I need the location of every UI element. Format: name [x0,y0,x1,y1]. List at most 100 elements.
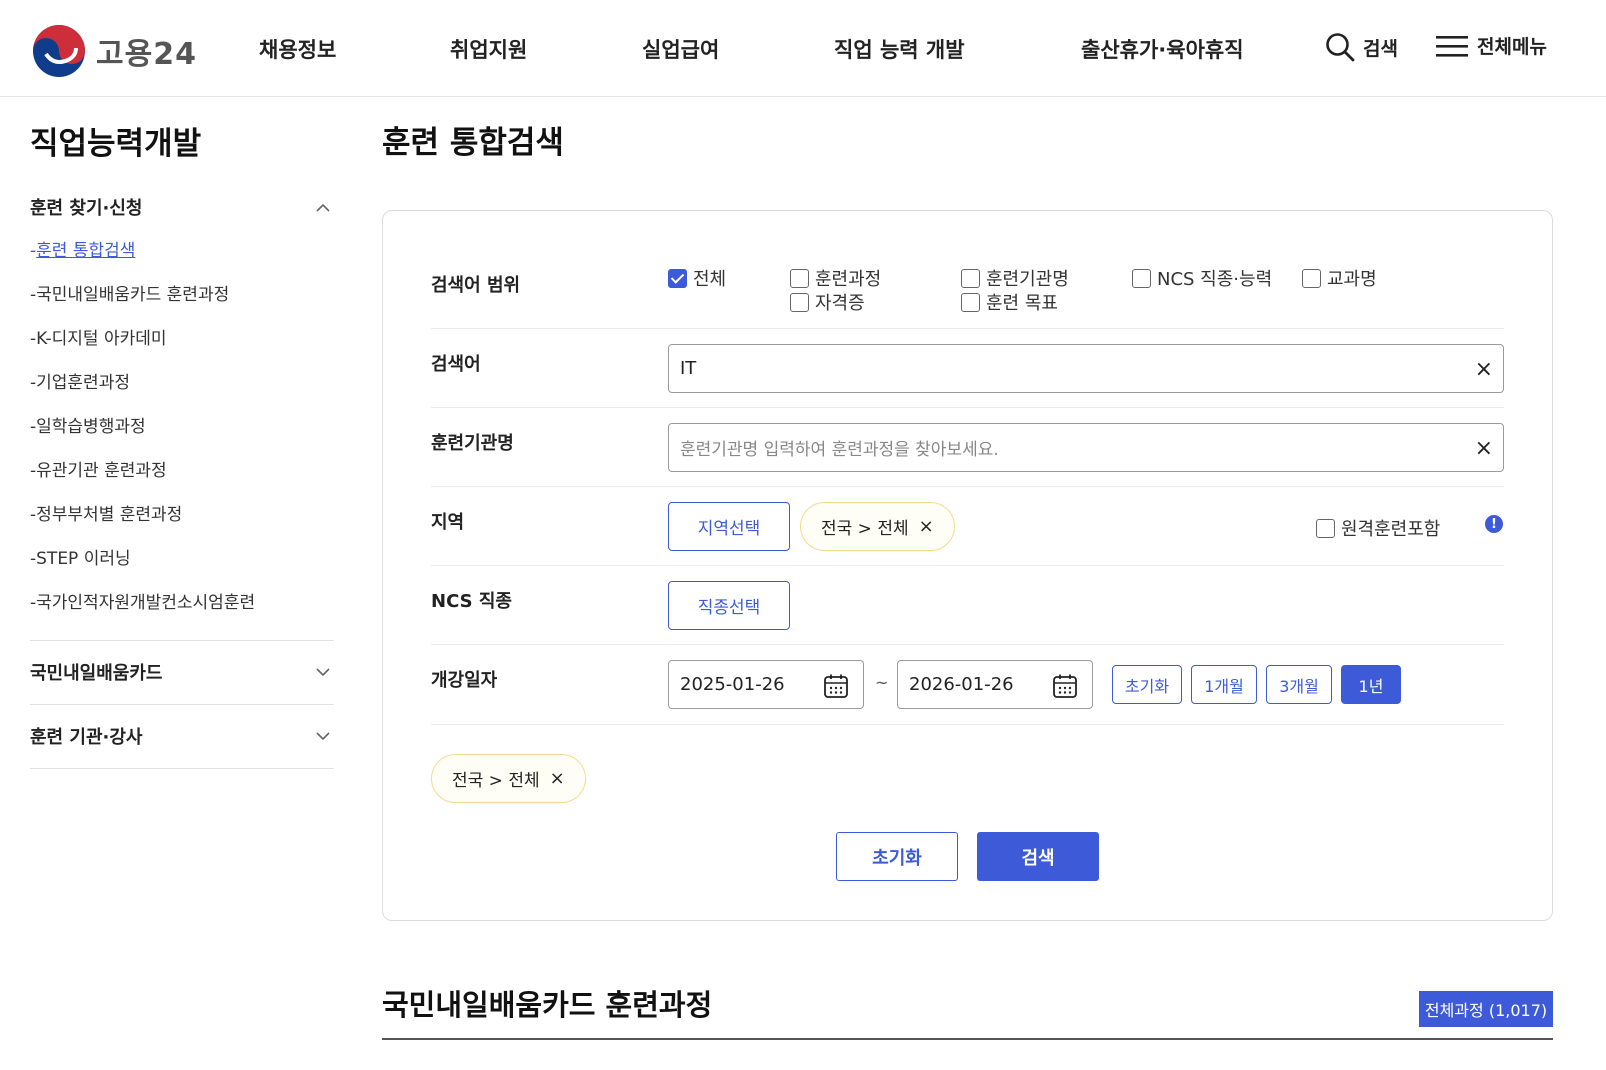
hamburger-menu-icon [1436,35,1468,57]
scope-checkbox-institution[interactable]: 훈련기관명 [961,265,1069,291]
chevron-up-icon [316,203,330,212]
sidebar-item-step-elearning[interactable]: -STEP 이러닝 [30,547,334,591]
ncs-label: NCS 직종 [431,591,512,612]
region-label: 지역 [431,512,465,533]
all-menu-label: 전체메뉴 [1477,36,1547,58]
selected-region-chip: 전국 > 전체 × [431,754,586,803]
region-row: 지역 지역선택 전국 > 전체 × 원격훈련포함 ! [431,487,1504,566]
sidebar-group-naeil-card: 국민내일배움카드 [30,660,334,684]
chevron-down-icon [316,731,330,740]
selected-region-chip-label: 전국 > 전체 [452,771,540,791]
institution-label: 훈련기관명 [431,433,514,454]
clear-icon[interactable]: × [1475,436,1493,461]
scope-checkbox-subject[interactable]: 교과명 [1302,265,1377,291]
clear-icon[interactable]: × [1475,357,1493,382]
sidebar-item-work-study[interactable]: -일학습병행과정 [30,415,334,459]
date-separator: ~ [875,673,889,692]
keyword-label: 검색어 [431,354,481,375]
sidebar-divider [30,704,334,705]
nav-recruit-info[interactable]: 채용정보 [259,34,336,64]
taegeuk-logo-icon [33,25,85,77]
sidebar-group-training-search: 훈련 찾기·신청 -훈련 통합검색 -국민내일배움카드 훈련과정 -K-디지털 … [30,195,334,635]
nav-employment-support[interactable]: 취업지원 [450,34,527,64]
checkbox-icon [1302,268,1321,288]
start-date-input[interactable]: 2025-01-26 [668,660,864,709]
nav-maternity-parental-leave[interactable]: 출산휴가·육아휴직 [1081,34,1244,64]
sidebar-item-integrated-search[interactable]: -훈련 통합검색 [30,239,334,283]
start-date-value: 2025-01-26 [680,674,785,695]
end-date-input[interactable]: 2026-01-26 [897,660,1093,709]
nav-job-skill-development[interactable]: 직업 능력 개발 [834,34,965,64]
region-chip-label: 전국 > 전체 [821,519,909,539]
institution-row: 훈련기관명 훈련기관명 입력하여 훈련과정을 찾아보세요. × [431,408,1504,487]
keyword-input[interactable]: IT × [668,344,1504,393]
scope-checkbox-ncs[interactable]: NCS 직종·능력 [1132,265,1272,291]
region-select-button[interactable]: 지역선택 [668,502,790,551]
period-reset-button[interactable]: 초기화 [1112,665,1182,704]
search-form: 검색어 범위 전체 훈련과정 자격증 훈련기관명 훈련 목표 NCS 직종·능력… [382,210,1553,921]
checkbox-icon [790,292,809,312]
sidebar-item-related-agency[interactable]: -유관기관 훈련과정 [30,459,334,503]
search-button[interactable]: 검색 [977,832,1099,881]
remote-training-checkbox[interactable]: 원격훈련포함 [1316,515,1440,541]
period-1year-button[interactable]: 1년 [1341,665,1401,704]
sidebar-divider [30,768,334,769]
keyword-row: 검색어 IT × [431,329,1504,408]
all-menu-button[interactable]: 전체메뉴 [1435,32,1547,59]
sidebar-group-label: 국민내일배움카드 [30,663,163,684]
sidebar-title: 직업능력개발 [30,126,202,162]
sidebar-divider [30,640,334,641]
sidebar-group-institution-instructor: 훈련 기관·강사 [30,724,334,748]
scope-checkbox-certificate[interactable]: 자격증 [790,289,865,315]
period-3month-button[interactable]: 3개월 [1266,665,1332,704]
checkbox-icon [1316,518,1335,538]
info-icon[interactable]: ! [1485,515,1503,533]
nav-unemployment-benefit[interactable]: 실업급여 [642,34,719,64]
page-title: 훈련 통합검색 [382,125,564,161]
period-label: 개강일자 [431,670,498,691]
checkbox-checked-icon [668,268,687,288]
checkbox-icon [1132,268,1151,288]
scope-row: 검색어 범위 전체 훈련과정 자격증 훈련기관명 훈련 목표 NCS 직종·능력… [431,259,1504,329]
section-divider [382,1038,1553,1040]
sidebar-item-naeil-card-course[interactable]: -국민내일배움카드 훈련과정 [30,283,334,327]
sidebar-item-government-ministry[interactable]: -정부부처별 훈련과정 [30,503,334,547]
header: 고용24 채용정보 취업지원 실업급여 직업 능력 개발 출산휴가·육아휴직 검… [0,0,1606,97]
section-title-naeil-card-courses: 국민내일배움카드 훈련과정 [382,988,713,1022]
search-icon [1326,33,1355,62]
institution-input[interactable]: 훈련기관명 입력하여 훈련과정을 찾아보세요. × [668,423,1504,472]
calendar-icon [824,674,848,698]
sidebar-group-label: 훈련 찾기·신청 [30,198,143,219]
end-date-value: 2026-01-26 [909,674,1014,695]
sidebar-item-corporate-training[interactable]: -기업훈련과정 [30,371,334,415]
sidebar-group-label: 훈련 기관·강사 [30,727,143,748]
scope-checkbox-goal[interactable]: 훈련 목표 [961,289,1058,315]
sidebar-item-k-digital-academy[interactable]: -K-디지털 아카데미 [30,327,334,371]
period-row: 개강일자 2025-01-26 ~ 2026-01-26 초기화 1개월 3개월… [431,645,1504,725]
remove-chip-icon[interactable]: × [550,768,565,789]
sidebar-item-national-consortium[interactable]: -국가인적자원개발컨소시엄훈련 [30,591,334,635]
logo[interactable]: 고용24 [32,24,197,78]
logo-text: 고용24 [96,37,197,72]
calendar-icon [1053,674,1077,698]
total-courses-badge[interactable]: 전체과정 (1,017) [1419,991,1553,1027]
header-search-button[interactable]: 검색 [1325,32,1398,62]
checkbox-icon [790,268,809,288]
scope-checkbox-all[interactable]: 전체 [668,265,726,291]
keyword-input-value: IT [680,358,697,379]
sidebar-group-toggle-training-search[interactable]: 훈련 찾기·신청 [30,195,334,219]
ncs-select-button[interactable]: 직종선택 [668,581,790,630]
header-search-label: 검색 [1363,37,1398,60]
sidebar-sub-list: -훈련 통합검색 -국민내일배움카드 훈련과정 -K-디지털 아카데미 -기업훈… [30,239,334,635]
period-1month-button[interactable]: 1개월 [1191,665,1257,704]
institution-input-placeholder: 훈련기관명 입력하여 훈련과정을 찾아보세요. [680,440,999,460]
reset-button[interactable]: 초기화 [836,832,958,881]
sidebar-group-toggle-institution-instructor[interactable]: 훈련 기관·강사 [30,724,334,748]
remove-chip-icon[interactable]: × [919,516,934,537]
region-chip: 전국 > 전체 × [800,502,955,551]
scope-label: 검색어 범위 [431,275,521,296]
ncs-row: NCS 직종 직종선택 [431,566,1504,645]
sidebar-group-toggle-naeil-card[interactable]: 국민내일배움카드 [30,660,334,684]
checkbox-icon [961,292,980,312]
scope-checkbox-course[interactable]: 훈련과정 [790,265,881,291]
